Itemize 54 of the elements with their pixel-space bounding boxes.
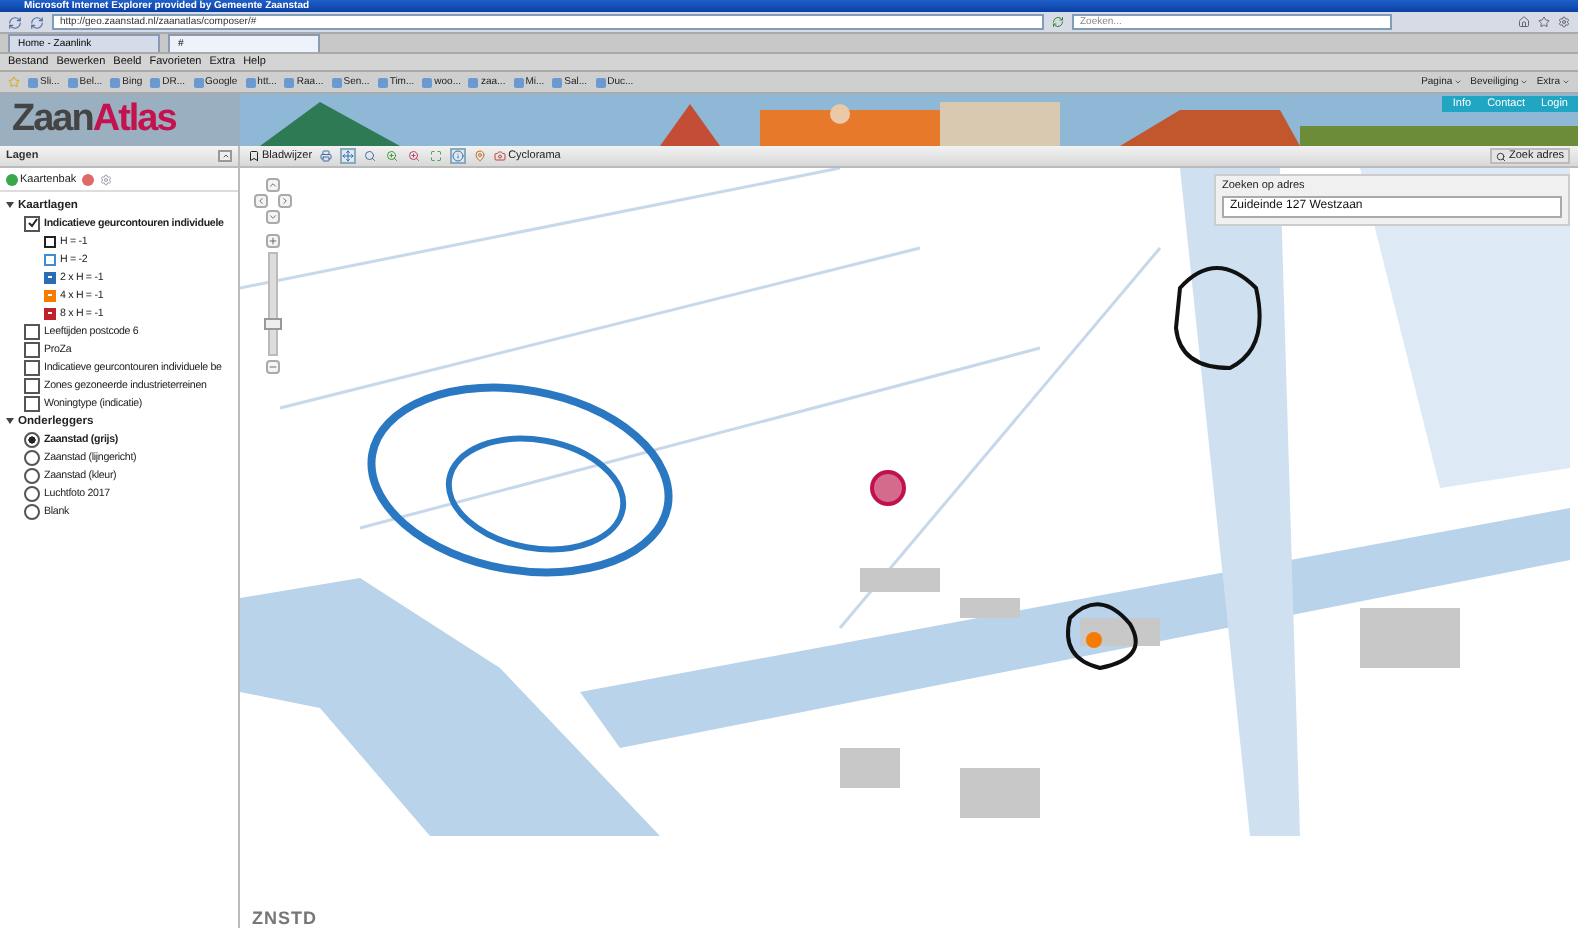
logo-text: Zaan <box>12 98 93 142</box>
pan-up-button[interactable] <box>266 178 280 192</box>
zoom-out-icon[interactable] <box>406 148 423 164</box>
page-icon <box>552 77 563 87</box>
favorites-star-icon[interactable] <box>8 76 20 88</box>
page-icon <box>193 77 204 87</box>
page-icon <box>150 77 161 87</box>
pan-left-button[interactable] <box>254 194 268 208</box>
checkbox[interactable] <box>24 323 40 339</box>
page-icon <box>331 77 342 87</box>
page-icon <box>422 77 433 87</box>
radio-button[interactable] <box>24 467 40 483</box>
footer-logo: ZNSTD <box>252 908 317 928</box>
collapse-button[interactable] <box>218 150 232 162</box>
page-icon <box>513 77 524 87</box>
checkbox[interactable] <box>24 215 40 231</box>
page-icon <box>284 77 295 87</box>
logo-text: Atlas <box>92 98 176 142</box>
radio-button[interactable] <box>24 485 40 501</box>
star-icon[interactable] <box>1538 16 1550 28</box>
page-icon <box>28 77 38 87</box>
search-icon <box>1496 151 1507 161</box>
info-icon[interactable] <box>450 148 467 164</box>
zoom-out-button[interactable] <box>266 360 280 374</box>
radio-button[interactable] <box>24 431 40 447</box>
bookmark-icon <box>248 150 260 162</box>
radio-button[interactable] <box>24 503 40 519</box>
page-icon <box>595 77 606 87</box>
page-icon <box>67 77 78 87</box>
settings-icon[interactable] <box>1558 16 1570 28</box>
expand-arrow-icon[interactable] <box>6 418 14 424</box>
page-icon <box>245 77 256 87</box>
zoom-in-icon[interactable] <box>384 148 401 164</box>
checkbox[interactable] <box>24 395 40 411</box>
page-icon <box>377 77 388 87</box>
page-icon <box>468 77 479 87</box>
checkbox[interactable] <box>24 377 40 393</box>
radio-button[interactable] <box>24 449 40 465</box>
print-icon[interactable] <box>318 148 335 164</box>
pan-right-button[interactable] <box>278 194 292 208</box>
refresh-icon[interactable] <box>1052 16 1064 28</box>
home-icon[interactable] <box>1518 16 1530 28</box>
zoom-icon[interactable] <box>362 148 379 164</box>
checkbox[interactable] <box>24 359 40 375</box>
zoom-in-button[interactable] <box>266 234 280 248</box>
zoom-slider-thumb[interactable] <box>264 318 282 330</box>
page-icon <box>110 77 121 87</box>
pan-down-button[interactable] <box>266 210 280 224</box>
checkbox[interactable] <box>24 341 40 357</box>
expand-arrow-icon[interactable] <box>6 202 14 208</box>
pin-icon[interactable] <box>472 148 489 164</box>
camera-icon <box>494 150 507 162</box>
remove-icon[interactable] <box>82 173 95 185</box>
pan-icon[interactable] <box>340 148 357 164</box>
